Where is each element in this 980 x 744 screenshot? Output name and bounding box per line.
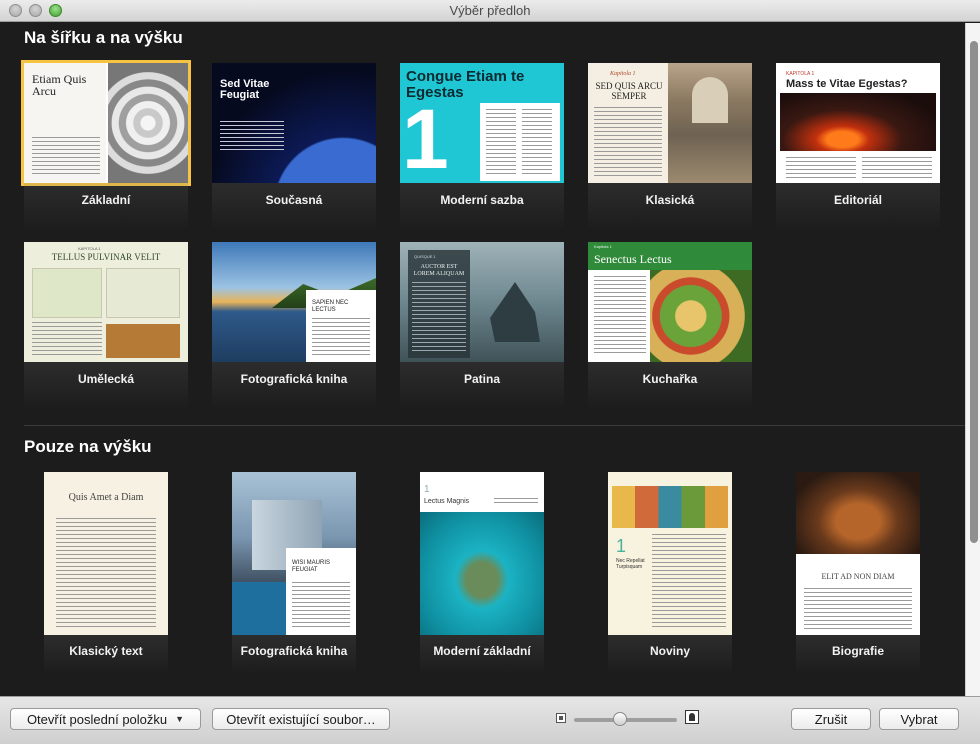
small-thumbnail-icon[interactable] [556, 713, 566, 723]
thumb-title: SED QUIS ARCU SEMPER [595, 81, 663, 101]
thumb-number: 1 [402, 92, 449, 183]
thumb-title: Etiam Quis Arcu [32, 72, 87, 98]
large-thumbnail-icon[interactable] [685, 710, 699, 724]
title-bar: Výběr předloh [0, 0, 980, 22]
thumb-number: 1 [616, 536, 627, 556]
open-recent-popup[interactable]: Otevřít poslední položku ▼ [10, 708, 201, 730]
template-label: Klasický text [69, 644, 143, 658]
template-label: Klasická [645, 193, 695, 207]
choose-button[interactable]: Vybrat [879, 708, 959, 730]
cancel-button[interactable]: Zrušit [791, 708, 871, 730]
vertical-scrollbar[interactable] [965, 23, 980, 696]
thumb-kicker: Kapitola 1 [610, 71, 636, 77]
chevron-down-icon: ▼ [175, 714, 185, 724]
template-label: Umělecká [77, 372, 135, 386]
template-thumbnail[interactable]: ELIT AD NON DIAM [796, 472, 920, 635]
open-recent-label: Otevřít poslední položku [26, 711, 168, 727]
thumb-title: Sed Vitae Feugiat [220, 78, 270, 101]
template-thumbnail[interactable]: Sed Vitae Feugiat [212, 63, 376, 183]
thumb-title: Mass te Vitae Egestas? [786, 78, 908, 90]
scrollbar-thumb[interactable] [970, 41, 978, 543]
template-thumbnail[interactable]: Etiam Quis Arcu [21, 60, 191, 186]
template-thumbnail[interactable]: Quis Amet a Diam [44, 472, 168, 635]
window-title: Výběr předloh [449, 3, 531, 18]
template-thumbnail[interactable]: KAPITOLA 1 Mass te Vitae Egestas? [776, 63, 940, 183]
template-thumbnail[interactable]: Kapitola 1 Senectus Lectus [588, 242, 752, 362]
template-label: Fotografická kniha [240, 644, 348, 658]
section-divider [24, 425, 965, 426]
template-label: Současná [265, 193, 323, 207]
template-thumbnail[interactable]: Kapitola 1 SED QUIS ARCU SEMPER [588, 63, 752, 183]
template-thumbnail[interactable]: 1 Lectus Magnis [420, 472, 544, 635]
thumb-number: 1 [424, 484, 430, 495]
template-label: Základní [81, 193, 131, 207]
thumb-title: WISI MAURIS FEUGIAT [292, 560, 331, 573]
template-label: Patina [463, 372, 500, 386]
thumb-title: SAPIEN NEC LECTUS [312, 300, 349, 313]
thumb-title: AUCTOR EST LOREM ALIQUAM [413, 264, 465, 277]
template-label: Biografie [831, 644, 884, 658]
template-thumbnail[interactable]: SAPIEN NEC LECTUS [212, 242, 376, 362]
template-label: Editoriál [833, 193, 882, 207]
thumb-kicker: Kapitola 1 [594, 244, 612, 249]
template-label: Fotografická kniha [240, 372, 348, 386]
template-thumbnail[interactable]: KAPITOLA 1 TELLUS PULVINAR VELIT [24, 242, 188, 362]
thumb-title: TELLUS PULVINAR VELIT [51, 252, 161, 262]
template-chooser-content: Na šířku a na výšku Etiam Quis Arcu Zákl… [0, 23, 965, 696]
template-label: Moderní sazba [440, 193, 524, 207]
bottom-toolbar: Otevřít poslední položku ▼ Otevřít exist… [0, 696, 980, 744]
template-label: Moderní základní [433, 644, 531, 658]
thumb-title: Nec Repellat Turpisquam [616, 558, 645, 570]
template-thumbnail[interactable]: Congue Etiam te Egestas 1 [400, 63, 564, 183]
template-thumbnail[interactable]: WISI MAURIS FEUGIAT [232, 472, 356, 635]
thumb-kicker: QUISQUE 1 [414, 254, 436, 259]
thumb-title: Senectus Lectus [594, 252, 672, 266]
section-title-portrait: Pouze na výšku [24, 437, 152, 456]
thumb-title: ELIT AD NON DIAM [821, 572, 895, 581]
template-thumbnail[interactable]: QUISQUE 1 AUCTOR EST LOREM ALIQUAM [400, 242, 564, 362]
thumb-kicker: KAPITOLA 1 [786, 71, 815, 77]
thumb-title: Lectus Magnis [424, 498, 470, 505]
slider-knob[interactable] [613, 712, 628, 726]
template-thumbnail[interactable]: 1 Nec Repellat Turpisquam [608, 472, 732, 635]
open-existing-button[interactable]: Otevřít existující soubor… [212, 708, 390, 730]
thumb-title: Quis Amet a Diam [68, 492, 144, 503]
section-title-landscape: Na šířku a na výšku [24, 28, 183, 47]
template-label: Kuchařka [642, 372, 698, 386]
thumb-kicker: KAPITOLA 1 [78, 246, 101, 251]
template-label: Noviny [649, 644, 690, 658]
